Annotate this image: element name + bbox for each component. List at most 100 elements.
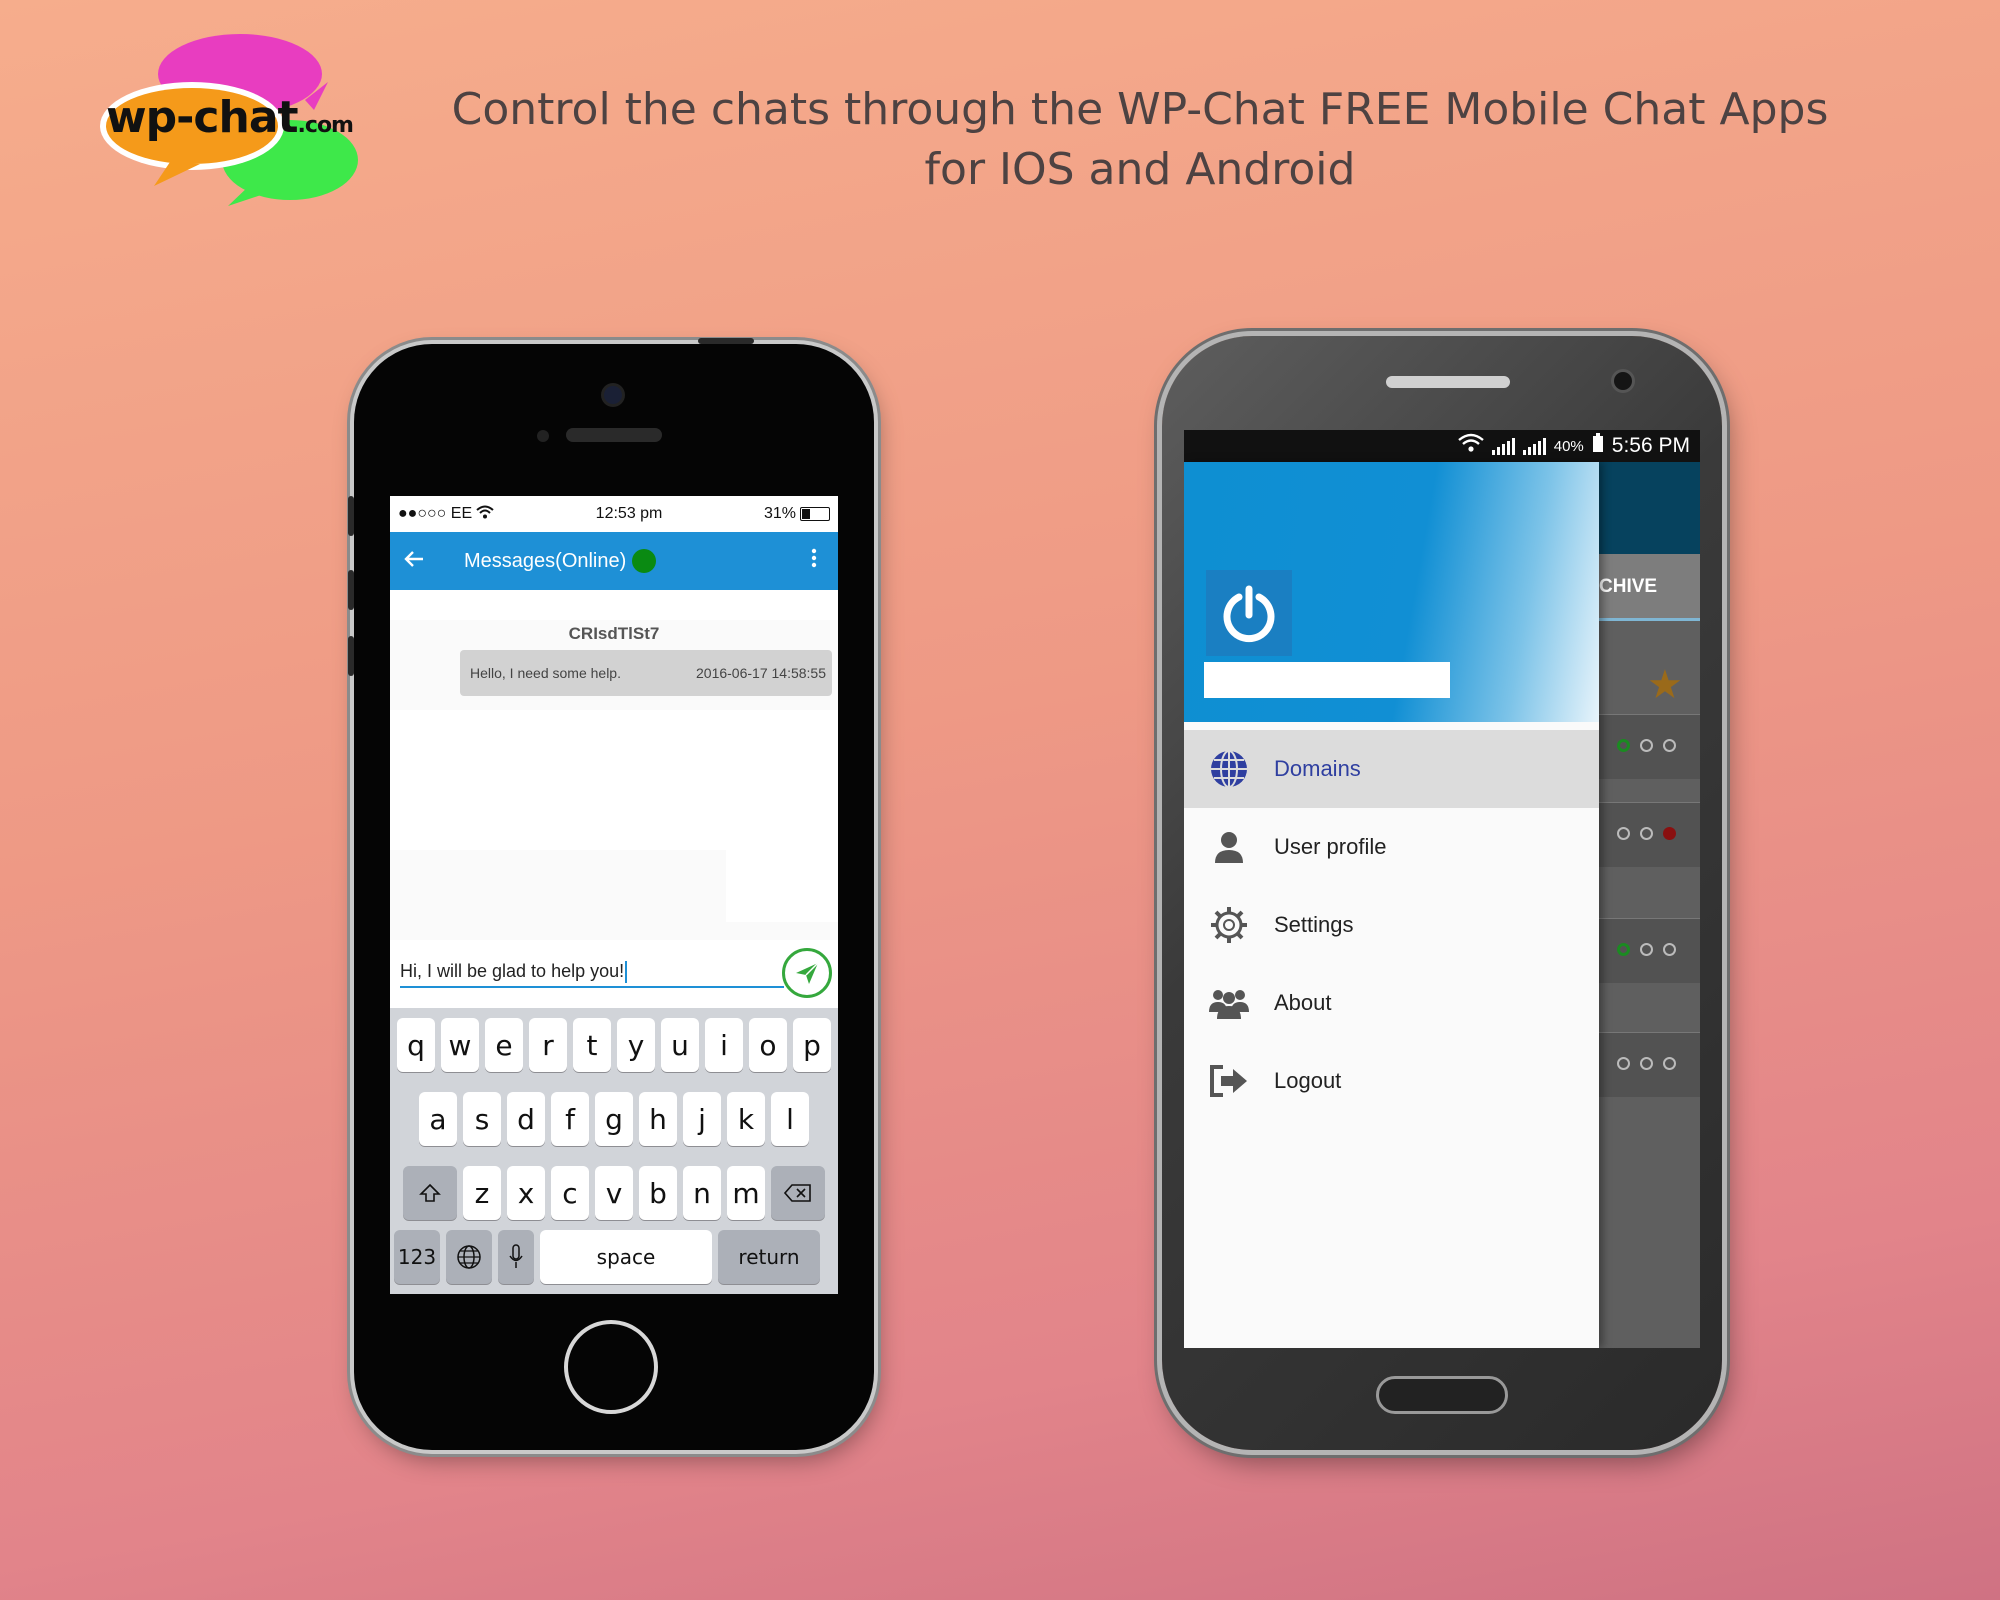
key-v[interactable]: v [595,1166,633,1220]
key-m[interactable]: m [727,1166,765,1220]
gear-icon [1184,905,1274,945]
battery-percent: 40% [1553,437,1584,455]
earpiece-speaker [1386,376,1510,388]
android-device: 40% 5:56 PM CHIVE ★ Domains User profile… [1162,336,1722,1450]
key-s[interactable]: s [463,1092,501,1146]
key-p[interactable]: p [793,1018,831,1072]
headline-line-1: Control the chats through the WP-Chat FR… [451,84,1829,135]
ios-app-bar: Messages(Online) [390,532,838,590]
message-timestamp: 2016-06-17 14:58:55 [696,665,826,681]
chat-area: CRIsdTlSt7 Hello, I need some help. 2016… [390,620,838,940]
key-i[interactable]: i [705,1018,743,1072]
chat-blank [390,710,838,850]
key-x[interactable]: x [507,1166,545,1220]
key-c[interactable]: c [551,1166,589,1220]
star-icon[interactable]: ★ [1647,662,1683,708]
clock: 5:56 PM [1611,434,1690,457]
home-button[interactable] [1376,1376,1508,1414]
headline-line-2: for IOS and Android [924,144,1356,195]
wp-chat-logo: wp-chat.com [100,30,360,210]
user-name-field [1204,662,1450,698]
ios-screen: ●●○○○ EE 12:53 pm 31% Messages(Online) C… [390,496,838,1294]
front-camera [604,386,622,404]
page-title: Messages(Online) [444,549,804,573]
send-icon [796,962,819,984]
battery-icon [799,506,830,521]
drawer-item-settings[interactable]: Settings [1184,886,1599,964]
message-bubble: Hello, I need some help. 2016-06-17 14:5… [460,650,832,696]
proximity-sensor [537,430,549,442]
key-d[interactable]: d [507,1092,545,1146]
keyboard-row-3: z x c v b n m [390,1166,838,1220]
drawer-item-label: Domains [1274,756,1361,781]
numbers-key[interactable]: 123 [394,1230,440,1284]
backspace-icon [784,1184,811,1202]
globe-icon [1184,749,1274,789]
list-item[interactable] [1599,714,1700,779]
wifi-icon [476,505,494,524]
space-key[interactable]: space [540,1230,712,1284]
list-item[interactable] [1599,918,1700,983]
key-t[interactable]: t [573,1018,611,1072]
user-icon [1184,830,1274,864]
globe-icon [457,1245,481,1269]
key-z[interactable]: z [463,1166,501,1220]
carrier-label: ●●○○○ EE [398,505,473,522]
key-r[interactable]: r [529,1018,567,1072]
key-a[interactable]: a [419,1092,457,1146]
home-button[interactable] [564,1320,658,1414]
keyboard-row-4: 123 space return [390,1230,838,1284]
drawer-item-user-profile[interactable]: User profile [1184,808,1599,886]
headline: Control the chats through the WP-Chat FR… [440,80,1840,200]
earpiece-speaker [566,428,662,442]
send-button[interactable] [782,948,832,998]
key-u[interactable]: u [661,1018,699,1072]
dictation-key[interactable] [498,1230,534,1284]
tab-archive[interactable]: CHIVE [1599,554,1700,620]
shift-key[interactable] [403,1166,457,1220]
volume-down-button [348,636,354,676]
more-vert-icon[interactable] [804,548,824,574]
ios-keyboard: q w e r t y u i o p a s d f g h j k l z … [390,1008,838,1294]
key-b[interactable]: b [639,1166,677,1220]
key-j[interactable]: j [683,1092,721,1146]
key-w[interactable]: w [441,1018,479,1072]
drawer-item-logout[interactable]: Logout [1184,1042,1599,1120]
message-input[interactable]: Hi, I will be glad to help you! [400,956,784,988]
return-key[interactable]: return [718,1230,820,1284]
key-q[interactable]: q [397,1018,435,1072]
key-n[interactable]: n [683,1166,721,1220]
wifi-icon [1457,433,1484,459]
key-h[interactable]: h [639,1092,677,1146]
power-button [698,338,754,344]
drawer-item-label: User profile [1274,834,1387,859]
key-y[interactable]: y [617,1018,655,1072]
back-arrow-icon[interactable] [404,547,444,575]
front-camera [1614,372,1632,390]
background-app: CHIVE ★ [1599,462,1700,1348]
key-f[interactable]: f [551,1092,589,1146]
battery-icon [1592,433,1604,459]
signal-sim2-icon [1522,437,1546,455]
key-l[interactable]: l [771,1092,809,1146]
list-item[interactable] [1599,802,1700,867]
compose-bar: Hi, I will be glad to help you! [390,942,838,1006]
android-status-bar: 40% 5:56 PM [1184,430,1700,462]
keyboard-row-2: a s d f g h j k l [390,1092,838,1146]
drawer-item-label: Logout [1274,1068,1342,1093]
message-text: Hello, I need some help. [470,665,621,681]
key-k[interactable]: k [727,1092,765,1146]
drawer-item-domains[interactable]: Domains [1184,730,1599,808]
tab-indicator [1599,618,1700,621]
delete-key[interactable] [771,1166,825,1220]
android-screen: 40% 5:56 PM CHIVE ★ Domains User profile… [1184,430,1700,1348]
key-o[interactable]: o [749,1018,787,1072]
key-g[interactable]: g [595,1092,633,1146]
list-item[interactable] [1599,1032,1700,1097]
ios-status-bar: ●●○○○ EE 12:53 pm 31% [390,496,838,532]
globe-key[interactable] [446,1230,492,1284]
drawer-item-about[interactable]: About [1184,964,1599,1042]
drawer-item-label: About [1274,990,1332,1015]
key-e[interactable]: e [485,1018,523,1072]
navigation-drawer: Domains User profile Settings About Logo… [1184,462,1599,1348]
